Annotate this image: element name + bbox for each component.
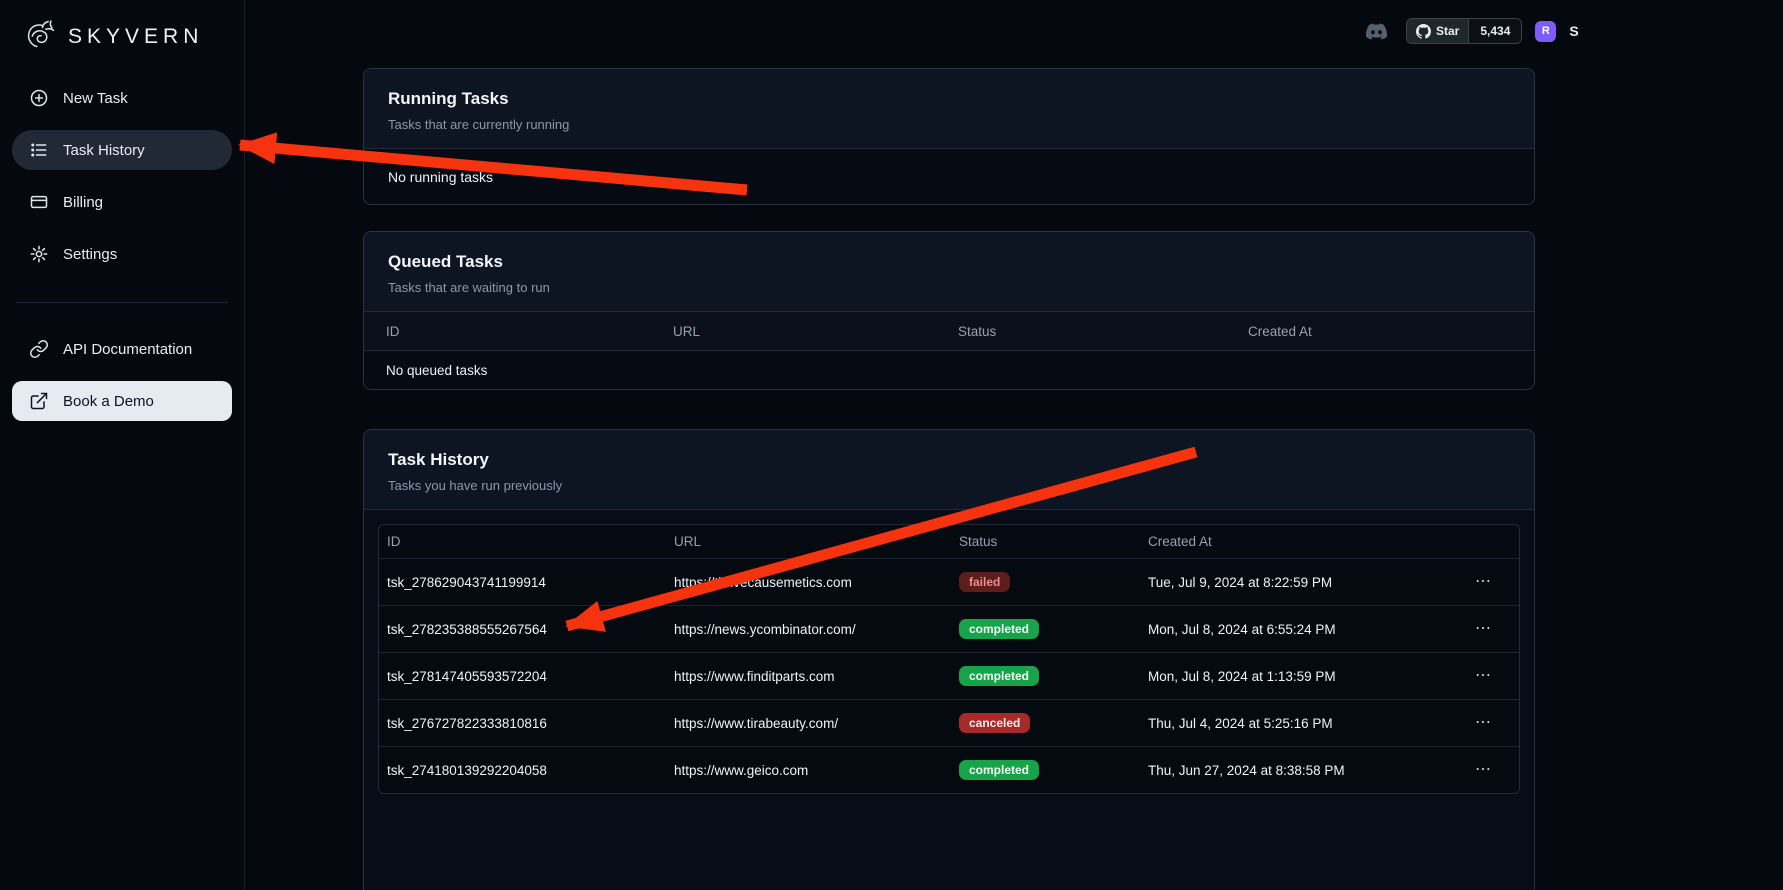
- task-history-card: Task History Tasks you have run previous…: [363, 429, 1535, 890]
- sidebar-item-label: Book a Demo: [63, 393, 154, 410]
- sidebar: SKYVERN New Task Task History Billing: [0, 0, 245, 890]
- card-subtitle: Tasks you have run previously: [388, 478, 1510, 493]
- task-status-cell: completed: [959, 760, 1148, 780]
- sidebar-item-task-history[interactable]: Task History: [12, 130, 232, 170]
- task-id: tsk_274180139292204058: [387, 763, 674, 778]
- running-tasks-empty: No running tasks: [364, 149, 1534, 204]
- column-header-status: Status: [958, 324, 1248, 339]
- column-header-id: ID: [387, 534, 674, 549]
- status-badge: completed: [959, 760, 1039, 780]
- task-history-table: ID URL Status Created At tsk_27862904374…: [378, 524, 1520, 794]
- queued-table-header: ID URL Status Created At: [364, 312, 1534, 351]
- row-actions-button[interactable]: ⋯: [1475, 621, 1491, 637]
- skyvern-logo-icon: [20, 17, 60, 57]
- column-header-created-at: Created At: [1148, 534, 1455, 549]
- discord-icon[interactable]: [1366, 21, 1393, 42]
- task-url: https://news.ycombinator.com/: [674, 622, 959, 637]
- avatar[interactable]: R: [1535, 21, 1556, 42]
- table-row[interactable]: tsk_276727822333810816 https://www.tirab…: [379, 699, 1519, 746]
- sidebar-item-api-documentation[interactable]: API Documentation: [12, 329, 232, 369]
- sidebar-divider: [16, 302, 228, 303]
- sidebar-item-label: New Task: [63, 90, 128, 107]
- card-title: Task History: [388, 450, 1510, 470]
- sidebar-item-label: Task History: [63, 142, 145, 159]
- column-header-created-at: Created At: [1248, 324, 1512, 339]
- task-history-table-header: ID URL Status Created At: [379, 525, 1519, 558]
- card-subtitle: Tasks that are waiting to run: [388, 280, 1510, 295]
- column-header-url: URL: [673, 324, 958, 339]
- status-badge: failed: [959, 572, 1010, 592]
- task-status-cell: completed: [959, 666, 1148, 686]
- task-history-header: Task History Tasks you have run previous…: [364, 430, 1534, 510]
- column-header-id: ID: [386, 324, 673, 339]
- gear-icon: [29, 244, 49, 264]
- task-id: tsk_276727822333810816: [387, 716, 674, 731]
- sidebar-item-label: API Documentation: [63, 341, 192, 358]
- column-header-url: URL: [674, 534, 959, 549]
- topbar: Star 5,434 R S: [1366, 17, 1579, 45]
- task-history-rows: tsk_278629043741199914 https://thrivecau…: [379, 558, 1519, 793]
- task-created-at: Mon, Jul 8, 2024 at 6:55:24 PM: [1148, 622, 1455, 637]
- row-actions-button[interactable]: ⋯: [1475, 574, 1491, 590]
- task-created-at: Tue, Jul 9, 2024 at 8:22:59 PM: [1148, 575, 1455, 590]
- credit-card-icon: [29, 192, 49, 212]
- task-status-cell: canceled: [959, 713, 1148, 733]
- list-icon: [29, 140, 49, 160]
- app-window: SKYVERN New Task Task History Billing: [0, 0, 1783, 890]
- row-actions-button[interactable]: ⋯: [1475, 715, 1491, 731]
- task-url: https://www.finditparts.com: [674, 669, 959, 684]
- queued-tasks-header: Queued Tasks Tasks that are waiting to r…: [364, 232, 1534, 312]
- column-header-status: Status: [959, 534, 1148, 549]
- status-badge: canceled: [959, 713, 1030, 733]
- logo: SKYVERN: [12, 10, 232, 64]
- main-area: Star 5,434 R S Running Tasks Tasks that …: [245, 0, 1783, 890]
- table-row[interactable]: tsk_278629043741199914 https://thrivecau…: [379, 558, 1519, 605]
- task-url: https://thrivecausemetics.com: [674, 575, 959, 590]
- github-star-button[interactable]: Star 5,434: [1406, 18, 1522, 44]
- running-tasks-card: Running Tasks Tasks that are currently r…: [363, 68, 1535, 205]
- app-title: SKYVERN: [68, 25, 203, 49]
- task-created-at: Mon, Jul 8, 2024 at 1:13:59 PM: [1148, 669, 1455, 684]
- task-url: https://www.tirabeauty.com/: [674, 716, 959, 731]
- sidebar-item-label: Settings: [63, 246, 117, 263]
- external-link-icon: [29, 391, 49, 411]
- table-row[interactable]: tsk_278147405593572204 https://www.findi…: [379, 652, 1519, 699]
- queued-tasks-card: Queued Tasks Tasks that are waiting to r…: [363, 231, 1535, 390]
- card-subtitle: Tasks that are currently running: [388, 117, 1510, 132]
- sidebar-item-book-a-demo[interactable]: Book a Demo: [12, 381, 232, 421]
- github-star-label: Star: [1436, 24, 1459, 38]
- card-title: Queued Tasks: [388, 252, 1510, 272]
- card-title: Running Tasks: [388, 89, 1510, 109]
- content: Running Tasks Tasks that are currently r…: [363, 68, 1535, 890]
- sidebar-item-label: Billing: [63, 194, 103, 211]
- task-id: tsk_278235388555267564: [387, 622, 674, 637]
- task-id: tsk_278147405593572204: [387, 669, 674, 684]
- task-id: tsk_278629043741199914: [387, 575, 674, 590]
- task-created-at: Thu, Jun 27, 2024 at 8:38:58 PM: [1148, 763, 1455, 778]
- row-actions-button[interactable]: ⋯: [1475, 668, 1491, 684]
- link-icon: [29, 339, 49, 359]
- sidebar-item-settings[interactable]: Settings: [12, 234, 232, 274]
- github-star-count: 5,434: [1468, 19, 1521, 43]
- sidebar-nav: New Task Task History Billing Settings: [12, 78, 232, 421]
- sidebar-item-new-task[interactable]: New Task: [12, 78, 232, 118]
- task-status-cell: failed: [959, 572, 1148, 592]
- status-badge: completed: [959, 666, 1039, 686]
- table-row[interactable]: tsk_278235388555267564 https://news.ycom…: [379, 605, 1519, 652]
- user-name-partial: S: [1569, 23, 1578, 39]
- plus-circle-icon: [29, 88, 49, 108]
- github-icon: [1416, 24, 1431, 39]
- row-actions-button[interactable]: ⋯: [1475, 762, 1491, 778]
- table-row[interactable]: tsk_274180139292204058 https://www.geico…: [379, 746, 1519, 793]
- task-created-at: Thu, Jul 4, 2024 at 5:25:16 PM: [1148, 716, 1455, 731]
- task-status-cell: completed: [959, 619, 1148, 639]
- status-badge: completed: [959, 619, 1039, 639]
- task-url: https://www.geico.com: [674, 763, 959, 778]
- running-tasks-header: Running Tasks Tasks that are currently r…: [364, 69, 1534, 149]
- queued-tasks-empty: No queued tasks: [364, 351, 1534, 389]
- task-history-body: ID URL Status Created At tsk_27862904374…: [364, 510, 1534, 808]
- sidebar-item-billing[interactable]: Billing: [12, 182, 232, 222]
